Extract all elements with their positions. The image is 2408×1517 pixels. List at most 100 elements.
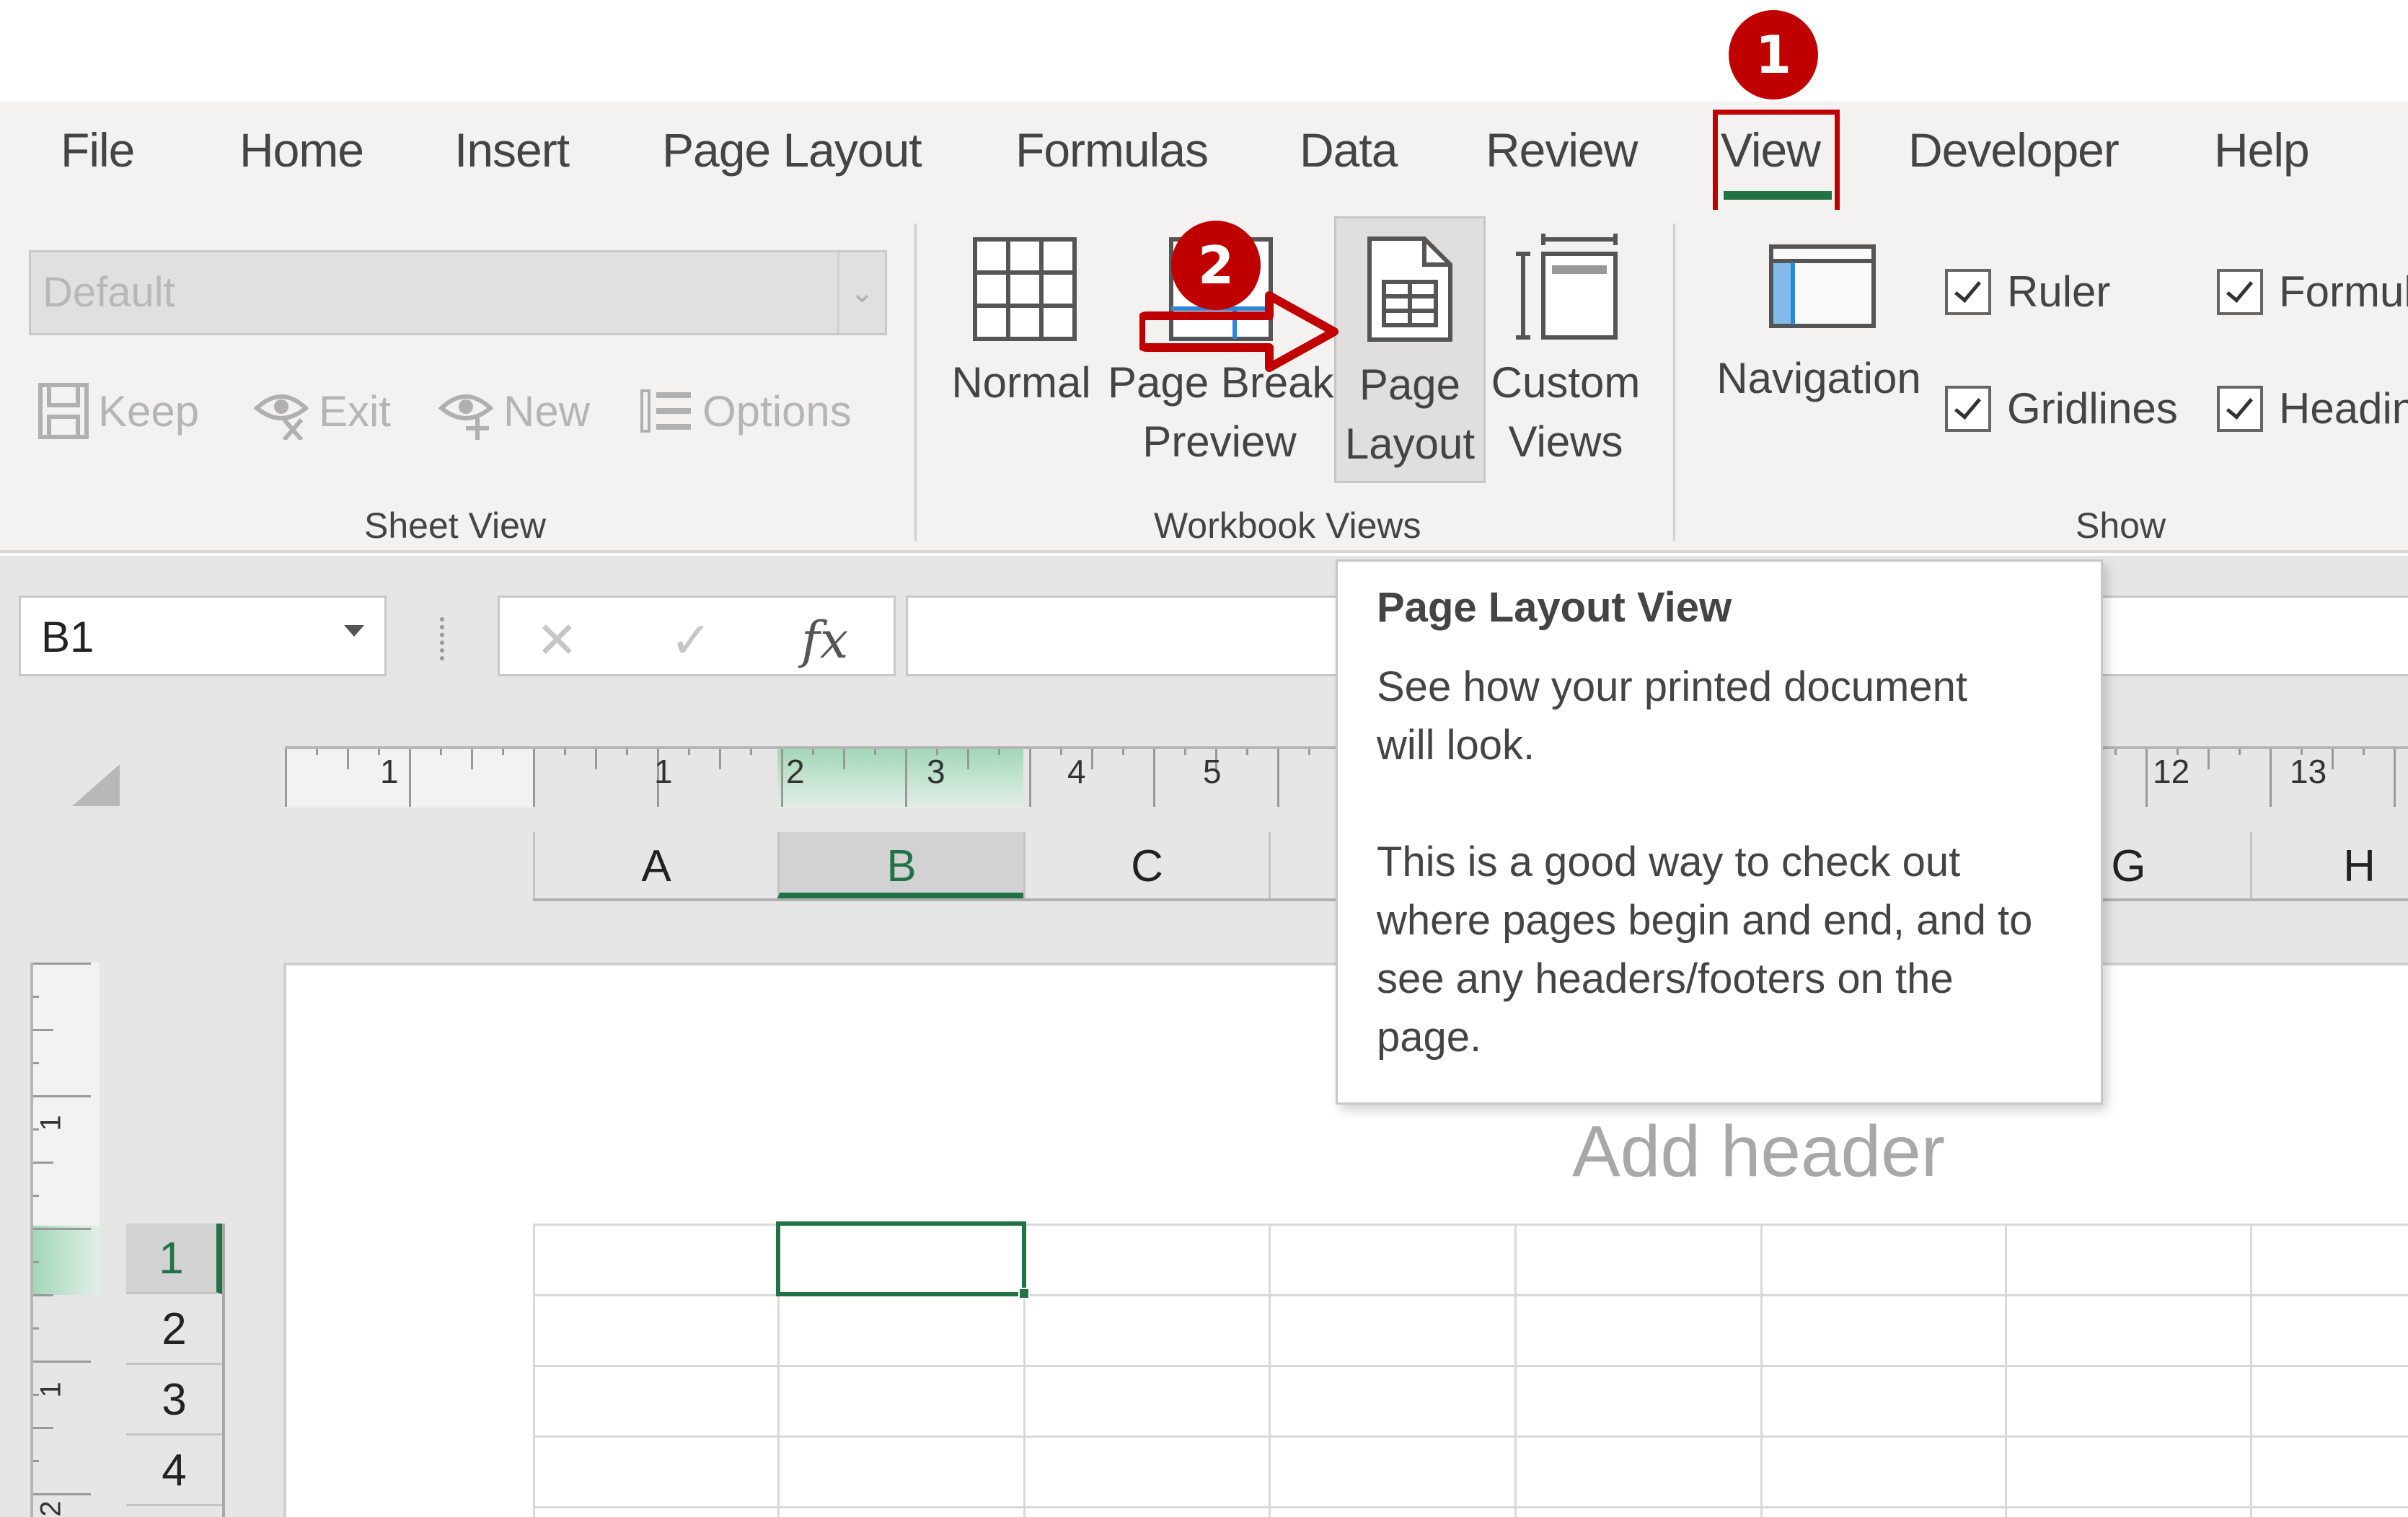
- headings-checkbox[interactable]: Headin: [2217, 384, 2408, 433]
- tab-home[interactable]: Home: [239, 123, 364, 177]
- gridline: [533, 1436, 2408, 1438]
- formula-bar-checkbox[interactable]: Formul: [2217, 267, 2408, 317]
- custom-views-label-line2: Views: [1508, 417, 1623, 466]
- gridlines-checkbox[interactable]: Gridlines: [1945, 384, 2178, 433]
- active-cell-b1[interactable]: [776, 1221, 1026, 1296]
- fill-handle[interactable]: [1018, 1288, 1030, 1299]
- gridline: [2250, 1224, 2252, 1517]
- ruler-label: 2: [786, 753, 805, 790]
- ruler-label: Ruler: [2007, 267, 2111, 316]
- normal-view-button[interactable]: Normal: [949, 216, 1093, 483]
- ruler-tick: [2363, 749, 2365, 755]
- checkbox-checked-icon[interactable]: [2217, 268, 2263, 315]
- tab-data[interactable]: Data: [1300, 123, 1398, 177]
- dropdown-arrow-icon[interactable]: [344, 625, 364, 637]
- ruler-tick: [2208, 749, 2210, 769]
- ruler-tick: [595, 749, 597, 769]
- ruler-label: 1: [35, 1115, 67, 1131]
- page-break-label-line2: Preview: [1142, 417, 1297, 466]
- ruler-tick: [2239, 749, 2241, 755]
- chevron-down-icon[interactable]: ⌄: [837, 252, 885, 333]
- group-separator: [1673, 224, 1675, 541]
- tooltip-text: page.: [1377, 1014, 1482, 1061]
- tab-file[interactable]: File: [61, 123, 135, 177]
- select-all-button[interactable]: [72, 764, 120, 806]
- ruler-selection-highlight: [33, 1226, 100, 1295]
- ruler-tick: [33, 1062, 39, 1064]
- page-layout-view-button[interactable]: Page Layout: [1334, 216, 1486, 483]
- row-header-1[interactable]: 1: [126, 1224, 222, 1294]
- navigation-label: Navigation: [1716, 354, 1921, 402]
- tooltip-spacer: [1377, 774, 2062, 833]
- column-header-a[interactable]: A: [533, 832, 777, 898]
- tooltip-text: see any headers/footers on the: [1377, 955, 1954, 1002]
- row-header-4[interactable]: 4: [126, 1436, 222, 1506]
- column-header-b[interactable]: B: [777, 832, 1023, 898]
- row-header-3[interactable]: 3: [126, 1365, 222, 1436]
- keep-button[interactable]: Keep: [38, 382, 199, 440]
- checkbox-checked-icon[interactable]: [2217, 385, 2263, 432]
- ruler-tick: [781, 749, 783, 807]
- formula-bar-label: Formul: [2279, 267, 2408, 316]
- options-button[interactable]: Options: [639, 382, 852, 440]
- new-view-button[interactable]: New: [437, 382, 590, 440]
- save-icon: [38, 383, 89, 439]
- ruler-tick: [533, 749, 535, 807]
- formula-bar-buttons: ✕ ✓ fx: [498, 596, 896, 676]
- page-layout-label-line1: Page: [1359, 361, 1461, 409]
- ruler-label: 3: [927, 753, 945, 790]
- checkbox-checked-icon[interactable]: [1945, 385, 1991, 432]
- options-label: Options: [702, 386, 852, 435]
- navigation-pane-icon: [1769, 244, 1876, 328]
- ruler-tick: [285, 749, 287, 807]
- show-group-label: Show: [2076, 505, 2166, 546]
- page-layout-label: Page Layout: [1336, 355, 1483, 474]
- custom-views-label: Custom Views: [1490, 353, 1641, 472]
- ruler-tick: [33, 1427, 53, 1429]
- tab-insert[interactable]: Insert: [454, 123, 570, 177]
- ruler-tick: [33, 1493, 91, 1495]
- ruler-tick: [626, 749, 628, 755]
- ruler-label: 13: [2290, 753, 2327, 790]
- checkbox-checked-icon[interactable]: [1945, 268, 1991, 315]
- column-header-c[interactable]: C: [1023, 832, 1269, 898]
- insert-function-icon[interactable]: fx: [801, 611, 848, 670]
- formula-bar-resize-grip[interactable]: [440, 617, 446, 660]
- ruler-label: 1: [654, 753, 673, 790]
- ruler-tick: [1308, 749, 1310, 755]
- sheet-view-dropdown[interactable]: Default ⌄: [29, 250, 887, 335]
- tab-page-layout[interactable]: Page Layout: [662, 123, 922, 177]
- name-box[interactable]: B1: [19, 596, 387, 676]
- cancel-icon[interactable]: ✕: [536, 611, 578, 670]
- ruler-tick: [2332, 749, 2334, 769]
- ruler-tick: [316, 749, 318, 755]
- step-2-callout: 2: [1171, 221, 1261, 310]
- ruler-tick: [719, 749, 721, 769]
- list-options-icon: [640, 389, 691, 433]
- new-label: New: [503, 386, 591, 435]
- tab-review[interactable]: Review: [1486, 123, 1638, 177]
- row-header-2[interactable]: 2: [126, 1294, 222, 1365]
- ruler-label: 5: [1203, 753, 1222, 790]
- ruler-checkbox[interactable]: Ruler: [1945, 267, 2110, 317]
- tab-developer[interactable]: Developer: [1908, 123, 2120, 177]
- exit-button[interactable]: Exit: [252, 382, 391, 440]
- group-separator: [914, 224, 917, 541]
- enter-icon[interactable]: ✓: [670, 611, 713, 670]
- tooltip-text: This is a good way to check out: [1377, 839, 1961, 885]
- column-header-h[interactable]: H: [2250, 832, 2408, 898]
- custom-views-button[interactable]: Custom Views: [1490, 216, 1641, 483]
- ruler-label: 12: [2153, 753, 2190, 790]
- ruler-tick: [33, 1294, 53, 1296]
- tab-formulas[interactable]: Formulas: [1015, 123, 1209, 177]
- eye-new-icon: [438, 394, 494, 440]
- ruler-tick: [471, 749, 473, 769]
- ruler-tick: [874, 749, 876, 755]
- ruler-tick: [1184, 749, 1186, 755]
- navigation-button[interactable]: Navigation: [1711, 216, 1927, 483]
- add-header-placeholder[interactable]: Add header: [1572, 1110, 1945, 1193]
- ruler-tick: [33, 1162, 53, 1164]
- ruler-tick: [33, 996, 39, 998]
- tab-help[interactable]: Help: [2214, 123, 2310, 177]
- gridline: [533, 1224, 535, 1517]
